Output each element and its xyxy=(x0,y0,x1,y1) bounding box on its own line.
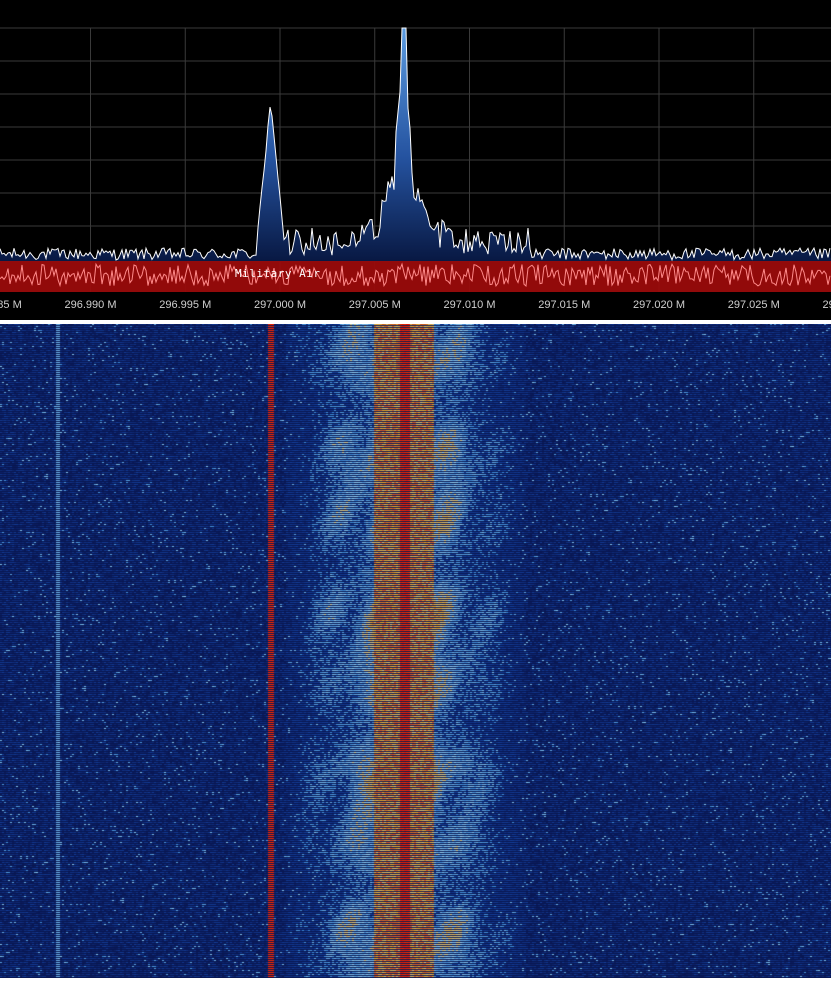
frequency-tick-label: 297.030 M xyxy=(822,299,831,311)
frequency-tick-label: 297.005 M xyxy=(348,299,401,311)
spectrum-fill xyxy=(0,28,831,262)
sdr-spectrum-window: Military Air 296.985 M 296.990 M 296.995 M… xyxy=(0,0,831,981)
frequency-tick-label: 296.990 M xyxy=(64,299,117,311)
frequency-tick-label: 296.985 M xyxy=(0,299,22,311)
frequency-tick-label: 297.000 M xyxy=(254,299,306,311)
frequency-tick-label: 297.025 M xyxy=(727,299,780,311)
spectrum-display[interactable]: Military Air 296.985 M 296.990 M 296.995 M… xyxy=(0,0,831,320)
frequency-tick-label: 296.995 M xyxy=(159,299,212,311)
band-plan-label: Military Air xyxy=(235,267,321,280)
frequency-tick-label: 297.015 M xyxy=(538,299,591,311)
spectrum-plot[interactable] xyxy=(0,0,831,320)
frequency-tick-label: 297.020 M xyxy=(633,299,685,311)
frequency-tick-label: 297.010 M xyxy=(443,299,496,311)
waterfall-canvas[interactable] xyxy=(0,324,831,978)
frequency-axis: 296.985 M 296.990 M 296.995 M 297.000 M 297.… xyxy=(0,292,831,320)
waterfall-display[interactable] xyxy=(0,324,831,978)
